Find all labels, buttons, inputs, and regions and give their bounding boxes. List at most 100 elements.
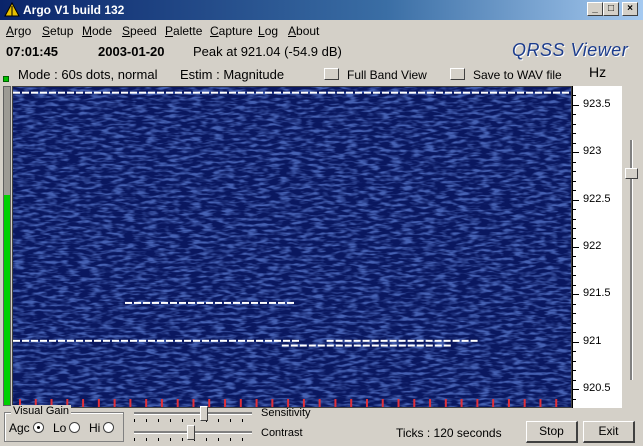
signal-trace-dot (281, 344, 289, 347)
signal-trace-dot (517, 91, 524, 94)
axis-minor-tick (573, 209, 576, 211)
axis-minor-tick (573, 284, 576, 286)
signal-trace-dot (391, 91, 398, 94)
gain-agc-radio[interactable] (32, 422, 44, 433)
menu-speed[interactable]: Speed (122, 24, 157, 38)
mode-status: Mode : 60s dots, normal (18, 67, 158, 82)
signal-trace-dot (197, 301, 204, 304)
app-icon (4, 2, 20, 17)
signal-trace-dot (445, 91, 452, 94)
signal-trace-dot (380, 339, 388, 342)
signal-trace-dot (229, 339, 236, 342)
minimize-icon: _ (592, 3, 598, 14)
signal-trace-dot (436, 91, 443, 94)
gain-hi-option[interactable]: Hi (89, 421, 115, 435)
signal-trace-dot (301, 91, 308, 94)
axis-minor-tick (573, 180, 576, 182)
signal-trace-dot (562, 91, 569, 94)
save-wav-checkbox[interactable] (450, 68, 465, 80)
clock-time: 07:01:45 (6, 44, 59, 59)
axis-minor-tick (573, 133, 576, 135)
signal-trace-dot (362, 339, 370, 342)
signal-trace-dot (265, 91, 272, 94)
sensitivity-thumb[interactable] (200, 406, 208, 421)
signal-trace-dot (335, 344, 343, 347)
maximize-button[interactable]: □ (603, 2, 619, 16)
axis-label: 922.5 (583, 192, 611, 205)
axis-label: 923.5 (583, 97, 611, 110)
axis-minor-tick (573, 294, 576, 296)
signal-trace-dot (184, 339, 191, 342)
signal-trace-dot (170, 301, 177, 304)
signal-trace-dot (40, 339, 47, 342)
time-tick (97, 399, 100, 407)
stop-button[interactable]: Stop (526, 421, 578, 443)
signal-trace-dot (418, 91, 425, 94)
menu-argo[interactable]: Argo (6, 24, 31, 38)
minimize-button[interactable]: _ (587, 2, 603, 16)
signal-trace-dot (328, 91, 335, 94)
signal-trace-dot (148, 339, 155, 342)
signal-trace-dot (134, 301, 141, 304)
signal-trace-dot (454, 91, 461, 94)
menu-palette[interactable]: Palette (165, 24, 202, 38)
signal-trace-dot (76, 339, 83, 342)
signal-trace-dot (337, 91, 344, 94)
spectrogram-display[interactable] (12, 86, 572, 408)
signal-trace-dot (299, 344, 307, 347)
signal-trace-dot (344, 339, 352, 342)
contrast-thumb[interactable] (186, 425, 195, 440)
signal-trace-dot (121, 339, 128, 342)
signal-trace-dot (283, 91, 290, 94)
signal-trace-dot (157, 91, 164, 94)
signal-trace-dot (40, 91, 47, 94)
signal-trace-dot (508, 91, 515, 94)
signal-trace-dot (353, 344, 361, 347)
menu-about[interactable]: About (288, 24, 319, 38)
signal-trace-dot (274, 91, 281, 94)
signal-trace-dot (58, 91, 65, 94)
visual-gain-group: Visual Gain Agc Lo Hi (4, 405, 124, 442)
axis-label: 922 (583, 240, 602, 252)
signal-trace-dot (49, 91, 56, 94)
signal-trace-dot (427, 91, 434, 94)
menu-log[interactable]: Log (258, 24, 278, 38)
signal-trace-dot (269, 301, 276, 304)
spectrogram-canvas (13, 87, 571, 407)
menu-mode[interactable]: Mode (82, 24, 112, 38)
signal-trace-dot (371, 339, 379, 342)
menu-capture[interactable]: Capture (210, 24, 253, 38)
axis-minor-tick (573, 114, 576, 116)
ticks-interval: Ticks : 120 seconds (396, 426, 502, 440)
axis-minor-tick (573, 95, 576, 97)
signal-trace-dot (76, 91, 83, 94)
signal-trace-dot (184, 91, 191, 94)
signal-trace-dot (373, 91, 380, 94)
signal-trace-dot (308, 344, 316, 347)
gain-hi-radio[interactable] (103, 422, 115, 433)
close-button[interactable]: × (622, 2, 638, 16)
full-band-view-checkbox[interactable] (324, 68, 339, 80)
time-tick (365, 399, 368, 407)
maximize-icon: □ (607, 3, 615, 14)
signal-trace-dot (148, 91, 155, 94)
signal-trace-dot (121, 91, 128, 94)
menu-setup[interactable]: Setup (42, 24, 73, 38)
time-tick (507, 399, 510, 407)
axis-minor-tick (573, 218, 576, 220)
time-tick (255, 399, 258, 407)
contrast-slider[interactable] (134, 425, 252, 441)
zoom-slider-thumb[interactable] (625, 168, 638, 179)
signal-trace-dot (443, 339, 451, 342)
axis-minor-tick (573, 265, 576, 267)
exit-button[interactable]: Exit (583, 421, 635, 443)
gain-agc-option[interactable]: Agc (9, 421, 44, 435)
signal-trace-dot (179, 301, 186, 304)
sensitivity-slider[interactable] (134, 406, 252, 422)
signal-trace-dot (211, 91, 218, 94)
signal-trace-dot (287, 301, 294, 304)
gain-lo-option[interactable]: Lo (53, 421, 81, 435)
window-title: Argo V1 build 132 (23, 3, 125, 17)
signal-trace-dot (103, 91, 110, 94)
gain-lo-radio[interactable] (69, 422, 81, 433)
